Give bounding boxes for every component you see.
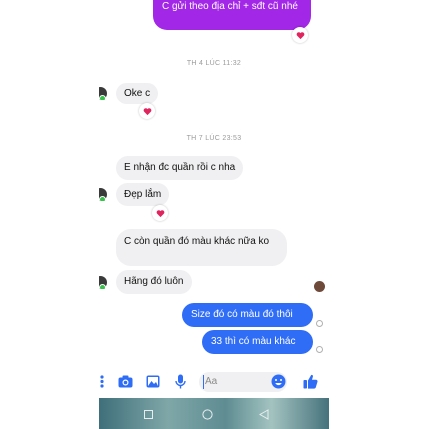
outgoing-message-purple[interactable]: C gửi theo địa chỉ + sđt cũ nhé xyxy=(153,0,311,30)
online-status-dot xyxy=(99,95,106,100)
more-vertical-icon[interactable] xyxy=(99,373,110,390)
back-icon[interactable] xyxy=(257,407,271,421)
home-icon[interactable] xyxy=(200,407,214,421)
contact-avatar[interactable] xyxy=(99,87,108,100)
message-text: C gửi theo địa chỉ + sđt cũ nhé xyxy=(162,1,298,12)
heart-icon xyxy=(156,209,164,217)
incoming-message[interactable]: Oke c xyxy=(116,83,159,104)
thumbs-up-icon[interactable] xyxy=(302,373,319,390)
recent-apps-icon[interactable] xyxy=(141,407,155,421)
seen-avatar xyxy=(314,281,325,292)
heart-icon xyxy=(296,31,304,39)
incoming-message[interactable]: C còn quần đó màu khác nữa ko xyxy=(116,229,287,266)
sent-status-indicator xyxy=(316,320,323,327)
message-input-placeholder: Aa xyxy=(205,376,218,387)
timestamp: TH 7 LÚC 23:53 xyxy=(186,135,242,142)
contact-avatar[interactable] xyxy=(99,188,108,201)
image-icon[interactable] xyxy=(144,373,161,390)
online-status-dot xyxy=(99,196,106,201)
heart-reaction[interactable] xyxy=(152,205,168,221)
heart-reaction[interactable] xyxy=(139,103,155,119)
emoji-icon[interactable] xyxy=(270,373,287,390)
heart-reaction[interactable] xyxy=(292,27,308,43)
text-cursor xyxy=(203,375,204,389)
incoming-message[interactable]: Đẹp lắm xyxy=(116,183,170,206)
microphone-icon[interactable] xyxy=(172,373,189,390)
camera-icon[interactable] xyxy=(117,373,134,390)
system-navigation-bar xyxy=(99,398,329,429)
incoming-message[interactable]: Hãng đó luôn xyxy=(116,270,192,294)
contact-avatar[interactable] xyxy=(99,276,108,289)
sent-status-indicator xyxy=(316,346,323,353)
heart-icon xyxy=(143,107,151,115)
outgoing-message[interactable]: Size đó có màu đó thôi xyxy=(182,303,313,327)
outgoing-message[interactable]: 33 thì có màu khác xyxy=(202,330,313,354)
messenger-screen: C gửi theo địa chỉ + sđt cũ nhé TH 4 LÚC… xyxy=(99,0,329,429)
incoming-message[interactable]: E nhận đc quần rồi c nha xyxy=(116,156,244,180)
timestamp: TH 4 LÚC 11:32 xyxy=(186,60,242,67)
online-status-dot xyxy=(99,284,106,289)
message-composer: Aa xyxy=(99,366,329,398)
